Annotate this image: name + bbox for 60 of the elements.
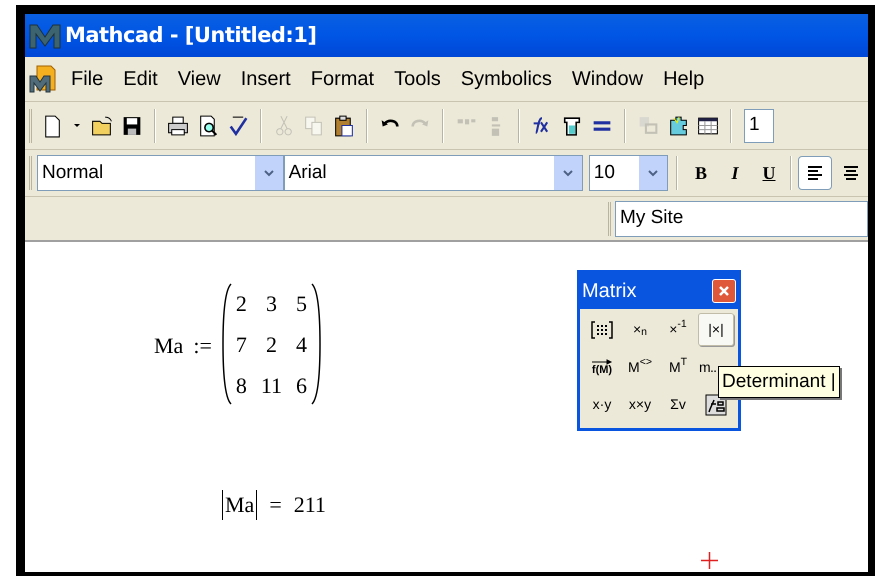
vectorize-button[interactable]: f(M) <box>584 350 620 384</box>
arrow-right-icon <box>591 358 613 365</box>
chevron-down-icon <box>262 169 275 177</box>
close-button[interactable] <box>712 279 736 303</box>
style-dropdown[interactable]: Normal <box>36 155 284 191</box>
palette-button[interactable]: M$^{T}$ <box>660 350 696 384</box>
close-icon <box>718 285 730 297</box>
matrix-element: 6 <box>296 372 308 400</box>
clipboard-icon[interactable] <box>332 114 356 138</box>
menu-item[interactable]: Edit <box>113 64 168 94</box>
underline-button[interactable]: U <box>754 157 784 189</box>
matrix-grid-icon <box>591 320 613 338</box>
chevron-down-icon <box>647 169 660 177</box>
matrix-element: 2 <box>264 331 278 359</box>
matrix-element: 7 <box>236 331 247 359</box>
determinant-expression: Ma <box>222 490 258 520</box>
menu-item[interactable]: Window <box>562 64 654 94</box>
matrix-element: 8 <box>236 372 247 400</box>
matrix-element: 2 <box>236 290 247 318</box>
tooltip: Determinant | <box>718 366 840 398</box>
italic-button[interactable]: I <box>720 157 750 189</box>
menu-item[interactable]: Tools <box>384 64 451 94</box>
window-title: Mathcad - [Untitled:1] <box>65 22 316 49</box>
matrix-element: 4 <box>296 331 308 359</box>
left-parenthesis-icon <box>222 282 232 406</box>
font-size-dropdown[interactable]: 10 <box>588 155 668 191</box>
menu-item[interactable]: View <box>168 64 231 94</box>
menu-item[interactable]: File <box>61 64 114 94</box>
folder-icon[interactable] <box>90 114 114 138</box>
picture-frame-icon <box>705 394 727 416</box>
palette-button[interactable]: Σv <box>660 388 696 422</box>
math-operator: = <box>269 491 282 519</box>
printer-icon[interactable] <box>166 114 190 138</box>
document-icon[interactable] <box>29 64 57 94</box>
menu-item[interactable]: Help <box>653 64 714 94</box>
font-dropdown[interactable]: Arial <box>284 155 583 191</box>
math-variable: Ma <box>154 332 184 360</box>
chevron-down-icon <box>562 169 574 177</box>
matrix-element: 5 <box>296 290 308 318</box>
palette-button[interactable]: x×y <box>622 388 658 422</box>
address-field[interactable]: My Site <box>615 200 868 236</box>
menu-item[interactable]: Insert <box>230 64 301 94</box>
right-parenthesis-icon <box>311 282 322 406</box>
app-logo-icon <box>29 22 61 50</box>
matrix-element: 11 <box>260 372 282 400</box>
menu-item[interactable]: Format <box>300 64 384 94</box>
matrix-element: 3 <box>264 290 278 318</box>
palette-button[interactable]: |×| <box>698 313 734 346</box>
palette-button[interactable]: M$^{<>}$ <box>622 350 658 384</box>
palette-title: Matrix <box>582 279 636 304</box>
palette-button[interactable]: x·y <box>584 388 620 422</box>
palette-button[interactable]: ×$^{-1}$ <box>660 313 696 346</box>
crosshair-cursor-icon <box>701 552 718 569</box>
bold-button[interactable]: B <box>686 157 716 189</box>
align-left-button[interactable] <box>798 156 832 190</box>
menu-item[interactable]: Symbolics <box>450 64 562 94</box>
math-result: 211 <box>294 491 326 519</box>
palette-button[interactable]: ×$_{n}$ <box>622 313 658 346</box>
zoom-field[interactable]: 1 <box>744 108 774 142</box>
math-operator: := <box>193 332 212 360</box>
